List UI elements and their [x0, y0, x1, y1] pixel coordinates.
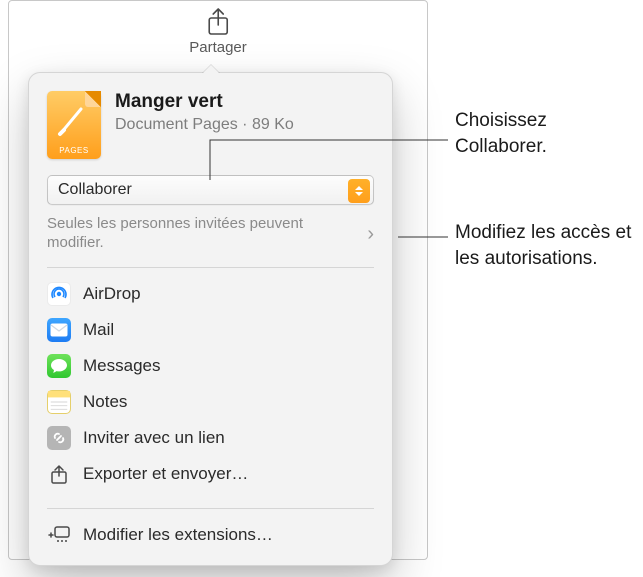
share-icon — [189, 7, 247, 37]
divider — [47, 267, 374, 268]
callout-choose-collaborate: Choisissez Collaborer. — [455, 108, 635, 159]
share-item-notes[interactable]: Notes — [39, 384, 382, 420]
pen-icon — [57, 103, 85, 137]
collaborate-dropdown[interactable]: Collaborer — [47, 175, 374, 205]
extensions-icon — [47, 523, 71, 547]
pages-badge-label: PAGES — [47, 146, 101, 155]
document-subtitle: Document Pages · 89 Ko — [115, 116, 374, 134]
popover-arrow — [202, 65, 220, 74]
share-item-label: Messages — [83, 356, 160, 376]
chevron-right-icon: › — [367, 224, 374, 244]
permissions-text: Seules les personnes invitées peuvent mo… — [47, 215, 367, 253]
mail-icon — [47, 318, 71, 342]
extensions-section: Modifier les extensions… — [29, 515, 392, 555]
permissions-button[interactable]: Seules les personnes invitées peuvent mo… — [47, 215, 374, 253]
share-destinations-list: AirDrop Mail Messages Notes Inviter avec — [29, 274, 392, 494]
link-icon — [47, 426, 71, 450]
messages-icon — [47, 354, 71, 378]
updown-chevron-icon — [348, 179, 370, 203]
share-item-label: Notes — [83, 392, 127, 412]
airdrop-icon — [47, 282, 71, 306]
export-icon — [47, 462, 71, 486]
extensions-label: Modifier les extensions… — [83, 525, 273, 545]
share-item-mail[interactable]: Mail — [39, 312, 382, 348]
share-item-label: Inviter avec un lien — [83, 428, 225, 448]
share-item-airdrop[interactable]: AirDrop — [39, 276, 382, 312]
share-popover: PAGES Manger vert Document Pages · 89 Ko… — [28, 72, 393, 566]
pages-document-icon: PAGES — [47, 91, 101, 159]
share-item-label: Mail — [83, 320, 114, 340]
share-item-invite-link[interactable]: Inviter avec un lien — [39, 420, 382, 456]
share-toolbar-label: Partager — [189, 39, 247, 56]
document-header: PAGES Manger vert Document Pages · 89 Ko — [29, 87, 392, 171]
share-item-label: Exporter et envoyer… — [83, 464, 248, 484]
edit-extensions-button[interactable]: Modifier les extensions… — [39, 517, 382, 553]
callout-modify-permissions: Modifiez les accès et les autorisations. — [455, 220, 635, 271]
share-item-export[interactable]: Exporter et envoyer… — [39, 456, 382, 492]
share-item-label: AirDrop — [83, 284, 141, 304]
document-title: Manger vert — [115, 91, 374, 114]
share-item-messages[interactable]: Messages — [39, 348, 382, 384]
collaborate-dropdown-label: Collaborer — [58, 181, 132, 199]
notes-icon — [47, 390, 71, 414]
share-toolbar-button[interactable]: Partager — [189, 7, 247, 56]
divider — [47, 508, 374, 509]
